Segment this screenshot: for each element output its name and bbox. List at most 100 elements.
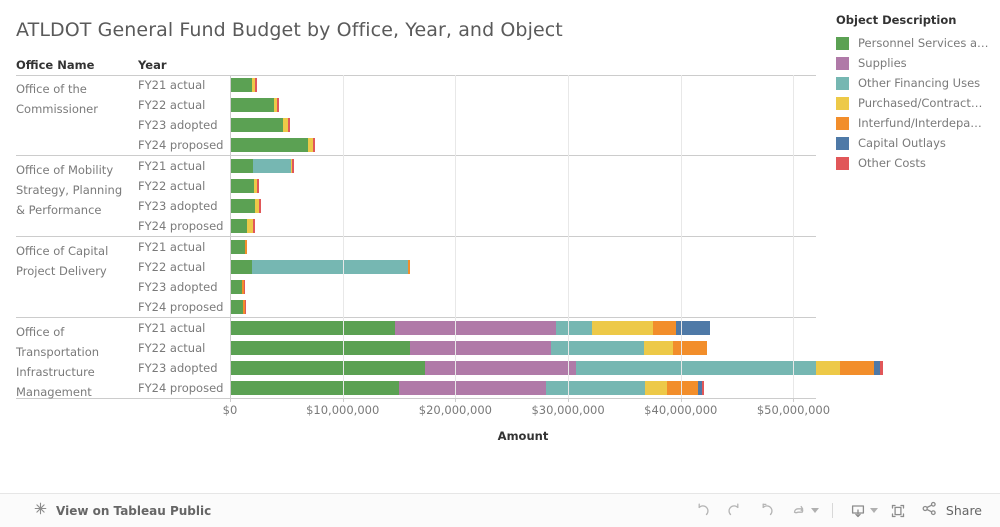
year-label[interactable]: FY23 adopted (138, 115, 228, 135)
bar-segment-personnel[interactable] (230, 78, 253, 92)
stacked-bar[interactable] (230, 280, 246, 294)
bar-segment-purchased[interactable] (592, 321, 653, 335)
bar-segment-personnel[interactable] (230, 138, 308, 152)
bar-segment-personnel[interactable] (230, 159, 254, 173)
office-name-label[interactable]: Office of Mobility Strategy, Planning & … (16, 160, 132, 220)
year-label[interactable]: FY21 actual (138, 75, 228, 95)
year-label[interactable]: FY24 proposed (138, 135, 228, 155)
download-dropdown-caret[interactable] (869, 508, 878, 513)
stacked-bar[interactable] (230, 138, 315, 152)
bar-segment-personnel[interactable] (230, 381, 400, 395)
year-label[interactable]: FY24 proposed (138, 378, 228, 398)
bar-segment-interfund[interactable] (408, 260, 411, 274)
bar-segment-interfund[interactable] (666, 381, 698, 395)
stacked-bar[interactable] (230, 179, 260, 193)
undo-button[interactable] (687, 494, 719, 527)
bar-segment-other_costs[interactable] (312, 138, 315, 152)
year-label[interactable]: FY21 actual (138, 237, 228, 257)
stacked-bar[interactable] (230, 219, 256, 233)
legend-item[interactable]: Other Financing Uses (836, 73, 1000, 93)
bar-segment-purchased[interactable] (644, 381, 667, 395)
bar-segment-other_financing[interactable] (545, 381, 645, 395)
bar-segment-other_financing[interactable] (252, 260, 409, 274)
bar-segment-personnel[interactable] (230, 118, 284, 132)
office-name-label[interactable]: Office of Capital Project Delivery (16, 241, 132, 281)
bar-segment-other_costs[interactable] (253, 219, 256, 233)
legend-item[interactable]: Interfund/Interdepa… (836, 113, 1000, 133)
year-label[interactable]: FY23 adopted (138, 277, 228, 297)
year-label[interactable]: FY24 proposed (138, 297, 228, 317)
year-label[interactable]: FY22 actual (138, 257, 228, 277)
year-label[interactable]: FY22 actual (138, 176, 228, 196)
year-label[interactable]: FY23 adopted (138, 358, 228, 378)
bar-segment-purchased[interactable] (644, 341, 673, 355)
legend-item[interactable]: Capital Outlays (836, 133, 1000, 153)
stacked-bar[interactable] (230, 260, 411, 274)
year-label[interactable]: FY21 actual (138, 318, 228, 338)
bar-segment-capital[interactable] (675, 321, 710, 335)
fullscreen-button[interactable] (882, 494, 914, 527)
bar-segment-other_costs[interactable] (244, 280, 246, 294)
bar-segment-other_costs[interactable] (288, 118, 291, 132)
stacked-bar[interactable] (230, 78, 258, 92)
year-label[interactable]: FY22 actual (138, 95, 228, 115)
bar-segment-personnel[interactable] (230, 300, 244, 314)
bar-segment-interfund[interactable] (839, 361, 874, 375)
view-on-tableau-public-button[interactable]: View on Tableau Public (33, 501, 211, 520)
bar-segment-supplies[interactable] (410, 341, 551, 355)
bar-segment-other_costs[interactable] (257, 179, 260, 193)
stacked-bar[interactable] (230, 98, 280, 112)
bar-segment-other_costs[interactable] (255, 78, 258, 92)
bar-segment-other_financing[interactable] (576, 361, 816, 375)
office-name-label[interactable]: Office of Transportation Infrastructure … (16, 322, 132, 402)
bar-segment-other_costs[interactable] (879, 361, 883, 375)
bar-segment-other_costs[interactable] (245, 300, 247, 314)
pause-dropdown-caret[interactable] (810, 508, 819, 513)
stacked-bar[interactable] (230, 341, 707, 355)
bar-segment-personnel[interactable] (230, 199, 256, 213)
bar-segment-interfund[interactable] (652, 321, 676, 335)
stacked-bar[interactable] (230, 321, 710, 335)
bar-segment-other_costs[interactable] (292, 159, 295, 173)
year-label[interactable]: FY22 actual (138, 338, 228, 358)
stacked-bar[interactable] (230, 159, 295, 173)
legend-item[interactable]: Personnel Services a… (836, 33, 1000, 53)
legend-item[interactable]: Other Costs (836, 153, 1000, 173)
bar-segment-other_financing[interactable] (550, 341, 645, 355)
share-button[interactable]: Share (920, 499, 982, 522)
bar-segment-other_financing[interactable] (253, 159, 292, 173)
bar-segment-supplies[interactable] (399, 381, 546, 395)
bar-segment-supplies[interactable] (425, 361, 577, 375)
year-label[interactable]: FY24 proposed (138, 216, 228, 236)
revert-button[interactable] (751, 494, 783, 527)
bar-segment-personnel[interactable] (230, 361, 426, 375)
bar-segment-interfund[interactable] (672, 341, 707, 355)
legend-item[interactable]: Purchased/Contract… (836, 93, 1000, 113)
legend-item[interactable]: Supplies (836, 53, 1000, 73)
bar-segment-supplies[interactable] (394, 321, 556, 335)
redo-button[interactable] (719, 494, 751, 527)
bar-segment-personnel[interactable] (230, 280, 243, 294)
stacked-bar[interactable] (230, 300, 247, 314)
office-name-label[interactable]: Office of the Commissioner (16, 79, 132, 119)
bar-segment-other_costs[interactable] (277, 98, 280, 112)
bar-segment-personnel[interactable] (230, 260, 253, 274)
bar-segment-personnel[interactable] (230, 321, 395, 335)
bar-segment-other_costs[interactable] (701, 381, 704, 395)
bar-segment-personnel[interactable] (230, 98, 275, 112)
stacked-bar[interactable] (230, 118, 291, 132)
year-label[interactable]: FY21 actual (138, 156, 228, 176)
stacked-bar[interactable] (230, 381, 704, 395)
stacked-bar[interactable] (230, 240, 248, 254)
bar-segment-purchased[interactable] (815, 361, 840, 375)
bar-segment-personnel[interactable] (230, 341, 411, 355)
bar-segment-other_costs[interactable] (259, 199, 262, 213)
year-label[interactable]: FY23 adopted (138, 196, 228, 216)
stacked-bar[interactable] (230, 361, 883, 375)
bar-segment-other_financing[interactable] (556, 321, 593, 335)
stacked-bar[interactable] (230, 199, 262, 213)
bar-segment-interfund[interactable] (245, 240, 248, 254)
bar-segment-personnel[interactable] (230, 240, 246, 254)
bar-segment-personnel[interactable] (230, 179, 255, 193)
bar-segment-personnel[interactable] (230, 219, 248, 233)
